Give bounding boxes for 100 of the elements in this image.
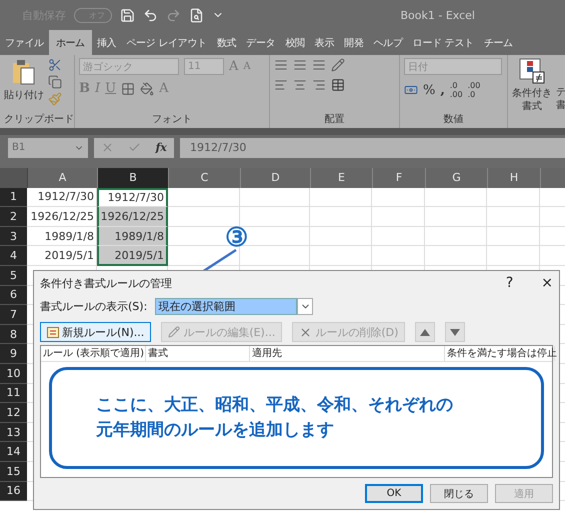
- row-header[interactable]: 12: [0, 403, 27, 423]
- print-preview-icon[interactable]: [189, 8, 204, 22]
- table-cell: [487, 207, 540, 227]
- list-column-header[interactable]: ルール (表示順で適用): [41, 346, 146, 361]
- border-icon[interactable]: [121, 82, 136, 96]
- row-header[interactable]: 10: [0, 364, 27, 384]
- table-cell: [310, 246, 372, 266]
- table-cell: 1912/7/30: [97, 188, 168, 208]
- align-right-icon[interactable]: [312, 78, 326, 92]
- redo-icon[interactable]: [166, 8, 181, 22]
- move-down-button[interactable]: [445, 322, 466, 342]
- table-cell: [425, 246, 487, 266]
- table-cell: [425, 207, 487, 227]
- ribbon-tab[interactable]: 数式: [212, 30, 242, 55]
- column-header[interactable]: A: [28, 168, 98, 188]
- table-cell: 1926/12/25: [27, 207, 97, 227]
- ribbon-tab[interactable]: ファイル: [0, 30, 49, 55]
- row-header[interactable]: 11: [0, 384, 27, 404]
- table-cell: 2019/5/1: [27, 246, 97, 266]
- table-cell: [168, 188, 240, 208]
- ribbon-tab[interactable]: 表示: [310, 30, 340, 55]
- comma-button[interactable]: ,: [440, 82, 445, 98]
- insert-function-button[interactable]: fx: [156, 141, 167, 154]
- table-cell: [487, 246, 540, 266]
- currency-icon[interactable]: [404, 83, 418, 97]
- orientation-icon[interactable]: [331, 58, 345, 72]
- table-cell: [372, 226, 425, 246]
- copy-icon[interactable]: [48, 75, 62, 89]
- ribbon-tab[interactable]: ロード テスト: [408, 30, 479, 55]
- save-icon[interactable]: [120, 8, 135, 22]
- paste-icon[interactable]: [11, 58, 37, 86]
- dropdown-button[interactable]: [297, 298, 314, 314]
- scope-select[interactable]: 現在の選択範囲: [155, 298, 298, 314]
- merge-icon[interactable]: [331, 78, 345, 92]
- undo-icon[interactable]: [143, 8, 158, 22]
- ribbon-tab[interactable]: 校閲: [280, 30, 310, 55]
- align-left-icon[interactable]: [274, 78, 288, 92]
- row-header[interactable]: 13: [0, 422, 27, 442]
- help-button[interactable]: ?: [506, 275, 514, 291]
- list-column-header[interactable]: 書式: [146, 346, 250, 361]
- table-cell: 1926/12/25: [97, 207, 168, 227]
- column-header[interactable]: E: [311, 168, 373, 188]
- rule-button[interactable]: 新規ルール(N)...: [40, 322, 152, 342]
- align-center-icon[interactable]: [293, 78, 307, 92]
- dialog-title: 条件付き書式ルールの管理: [40, 276, 173, 290]
- column-header[interactable]: G: [426, 168, 488, 188]
- row-header[interactable]: 4: [0, 246, 27, 266]
- list-column-header[interactable]: 適用先: [250, 346, 445, 361]
- column-header[interactable]: H: [488, 168, 541, 188]
- table-icon[interactable]: [47, 326, 59, 338]
- ribbon-tab[interactable]: データ: [241, 30, 280, 55]
- move-up-button[interactable]: [415, 322, 436, 342]
- window-title: Book1 - Excel: [400, 8, 475, 22]
- conditional-format-label[interactable]: 条件付き 書式: [512, 87, 552, 113]
- triangle-down-icon[interactable]: [450, 328, 460, 336]
- row-header[interactable]: 7: [0, 305, 27, 325]
- column-header[interactable]: C: [169, 168, 241, 188]
- ribbon-tab[interactable]: 挿入: [92, 30, 122, 55]
- table-cell: [168, 246, 240, 266]
- group-label: 配置: [324, 112, 346, 127]
- close-button[interactable]: ×: [541, 275, 553, 291]
- fill-color-icon[interactable]: [140, 82, 154, 96]
- percent-button[interactable]: %: [423, 82, 436, 98]
- dialog-button[interactable]: OK: [365, 484, 423, 503]
- row-header[interactable]: 3: [0, 226, 27, 246]
- callout-text: ここに、大正、昭和、平成、令和、それぞれの 元年期間のルールを追加します: [96, 394, 453, 442]
- list-column-header[interactable]: 条件を満たす場合は停止: [445, 346, 555, 361]
- row-header[interactable]: 2: [0, 207, 27, 227]
- ribbon-tab[interactable]: チーム: [478, 30, 518, 55]
- table-cell: [425, 188, 487, 208]
- row-header[interactable]: 9: [0, 344, 27, 364]
- cut-icon[interactable]: [48, 58, 62, 72]
- decrease-decimal-button[interactable]: .00 .0: [468, 81, 480, 99]
- formula-field[interactable]: 1912/7/30: [180, 138, 565, 158]
- row-header[interactable]: 16: [0, 482, 27, 502]
- ribbon-tab[interactable]: ホーム: [48, 30, 92, 55]
- conditional-format-icon[interactable]: [519, 58, 545, 84]
- triangle-up-icon[interactable]: [420, 328, 430, 336]
- row-header[interactable]: 15: [0, 462, 27, 482]
- table-cell: [240, 188, 310, 208]
- column-header[interactable]: B: [98, 168, 169, 188]
- ribbon-tab[interactable]: ヘルプ: [368, 30, 408, 55]
- row-header[interactable]: 5: [0, 266, 27, 286]
- row-header[interactable]: 8: [0, 324, 27, 344]
- increase-decimal-button[interactable]: .0 .00: [450, 81, 463, 99]
- align-middle-icon[interactable]: [293, 58, 307, 72]
- row-header[interactable]: 14: [0, 442, 27, 462]
- ribbon-tab[interactable]: 開発: [339, 30, 369, 55]
- ribbon-tab[interactable]: ページ レイアウト: [121, 30, 212, 55]
- column-header[interactable]: D: [241, 168, 311, 188]
- table-cell: 1912/7/30: [27, 188, 97, 208]
- paste-label[interactable]: 貼り付け: [4, 89, 44, 102]
- row-header[interactable]: 6: [0, 286, 27, 306]
- table-cell: 1989/1/8: [27, 226, 97, 246]
- column-header[interactable]: F: [373, 168, 426, 188]
- table-cell: [310, 226, 372, 246]
- align-top-icon[interactable]: [274, 58, 288, 72]
- row-header[interactable]: 1: [0, 188, 27, 208]
- align-bottom-icon[interactable]: [312, 58, 326, 72]
- dialog-button[interactable]: 閉じる: [430, 484, 488, 503]
